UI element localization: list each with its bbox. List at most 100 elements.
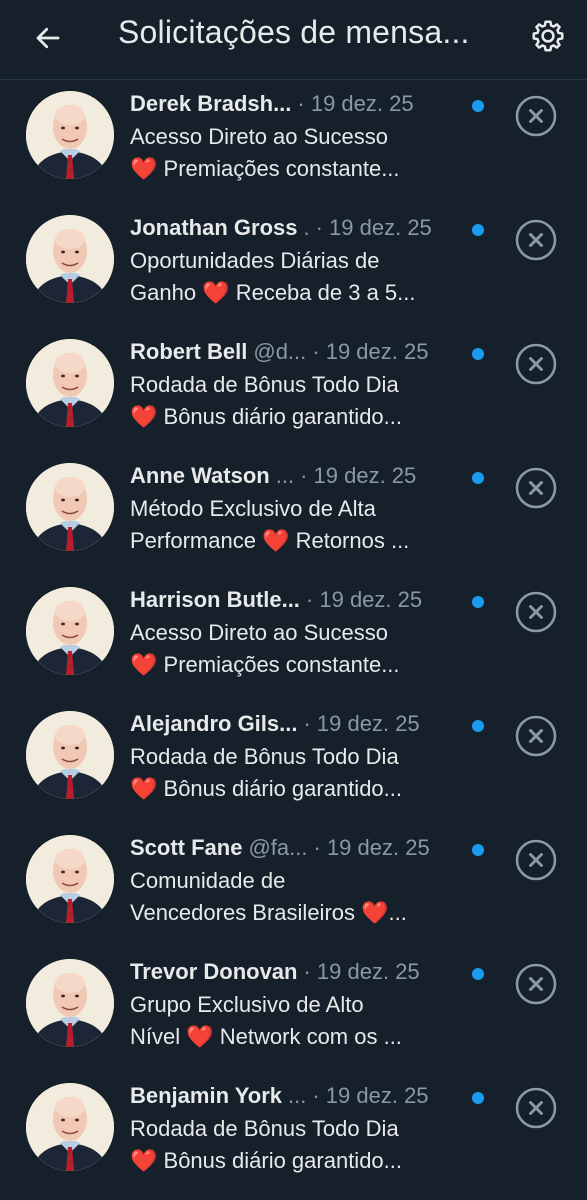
dismiss-request-button[interactable] (514, 590, 558, 634)
message-request-item[interactable]: Trevor Donovan · 19 dez. 25 Grupo Exclus… (0, 948, 587, 1072)
sender-name: Scott Fane (130, 835, 243, 860)
message-request-item[interactable]: Derek Bradsh... · 19 dez. 25 Acesso Dire… (0, 80, 587, 204)
avatar-image (26, 711, 114, 799)
preview-line-1: Método Exclusivo de Alta (130, 496, 376, 521)
avatar-image (26, 1083, 114, 1171)
heart-emoji: ❤️ (130, 404, 158, 429)
top-bar: Solicitações de mensa... (0, 0, 587, 80)
close-circle-icon (515, 467, 557, 509)
sender-handle: ... (288, 1083, 307, 1108)
dismiss-request-button[interactable] (514, 962, 558, 1006)
unread-dot (472, 100, 484, 112)
message-request-item[interactable]: Robert Bell @d... · 19 dez. 25 Rodada de… (0, 328, 587, 452)
message-date: · 19 dez. 25 (315, 215, 432, 240)
avatar[interactable] (26, 835, 114, 923)
unread-dot (472, 968, 484, 980)
message-date: · 19 dez. 25 (300, 463, 417, 488)
preview-line-1: Acesso Direto ao Sucesso (130, 124, 389, 149)
arrow-left-icon (36, 27, 60, 49)
close-circle-icon (515, 219, 557, 261)
dismiss-request-button[interactable] (514, 342, 558, 386)
sender-line: Anne Watson ... · 19 dez. 25 (130, 463, 460, 493)
preview-line-1: Oportunidades Diárias de (130, 248, 380, 273)
avatar[interactable] (26, 463, 114, 551)
preview-line-1: Rodada de Bônus Todo Dia (130, 744, 399, 769)
avatar[interactable] (26, 587, 114, 675)
heart-emoji: ❤️ (186, 1024, 214, 1049)
preview-line-2: Vencedores Brasileiros ❤️... (130, 900, 407, 925)
sender-name: Benjamin York (130, 1083, 283, 1108)
sender-handle: @fa... (248, 835, 308, 860)
preview-line-1: Grupo Exclusivo de Alto (130, 992, 364, 1017)
message-request-item[interactable]: Jonathan Gross . · 19 dez. 25 Oportunida… (0, 204, 587, 328)
message-request-item[interactable]: Scott Fane @fa... · 19 dez. 25 Comunidad… (0, 824, 587, 948)
message-request-item[interactable]: Alejandro Gils... · 19 dez. 25 Rodada de… (0, 700, 587, 824)
message-preview: Acesso Direto ao Sucesso ❤️ Premiações c… (130, 617, 450, 681)
preview-line-2: ❤️ Bônus diário garantido... (130, 1148, 403, 1173)
dismiss-request-button[interactable] (514, 94, 558, 138)
preview-line-2: Ganho ❤️ Receba de 3 a 5... (130, 280, 416, 305)
page-title: Solicitações de mensa... (118, 14, 470, 50)
sender-name: Harrison Butle... (130, 587, 300, 612)
avatar[interactable] (26, 711, 114, 799)
dismiss-request-button[interactable] (514, 1086, 558, 1130)
unread-dot (472, 1092, 484, 1104)
message-date: · 19 dez. 25 (312, 1083, 429, 1108)
avatar[interactable] (26, 215, 114, 303)
avatar[interactable] (26, 1083, 114, 1171)
sender-line: Scott Fane @fa... · 19 dez. 25 (130, 835, 460, 865)
sender-name: Robert Bell (130, 339, 248, 364)
dismiss-request-button[interactable] (514, 218, 558, 262)
settings-button[interactable] (526, 14, 570, 58)
close-circle-icon (515, 591, 557, 633)
preview-line-1: Acesso Direto ao Sucesso (130, 620, 389, 645)
avatar[interactable] (26, 959, 114, 1047)
close-circle-icon (515, 1087, 557, 1129)
sender-line: Alejandro Gils... · 19 dez. 25 (130, 711, 460, 741)
sender-handle: ... (275, 463, 295, 488)
avatar-image (26, 339, 114, 427)
close-circle-icon (515, 343, 557, 385)
dismiss-request-button[interactable] (514, 466, 558, 510)
unread-dot (472, 472, 484, 484)
sender-handle: . (303, 215, 310, 240)
sender-name: Alejandro Gils... (130, 711, 298, 736)
unread-dot (472, 596, 484, 608)
message-preview: Oportunidades Diárias de Ganho ❤️ Receba… (130, 245, 450, 309)
heart-emoji: ❤️ (361, 900, 389, 925)
message-request-item[interactable]: Benjamin York ... · 19 dez. 25 Rodada de… (0, 1072, 587, 1196)
sender-line: Robert Bell @d... · 19 dez. 25 (130, 339, 460, 369)
sender-name: Trevor Donovan (130, 959, 298, 984)
gear-icon (532, 20, 564, 52)
avatar[interactable] (26, 91, 114, 179)
avatar-image (26, 835, 114, 923)
avatar-image (26, 215, 114, 303)
avatar-image (26, 91, 114, 179)
dismiss-request-button[interactable] (514, 714, 558, 758)
message-preview: Comunidade de Vencedores Brasileiros ❤️.… (130, 865, 450, 929)
heart-emoji: ❤️ (130, 1148, 158, 1173)
heart-emoji: ❤️ (262, 528, 290, 553)
dismiss-request-button[interactable] (514, 838, 558, 882)
sender-handle: @d... (253, 339, 307, 364)
sender-line: Trevor Donovan · 19 dez. 25 (130, 959, 460, 989)
message-date: · 19 dez. 25 (303, 711, 420, 736)
message-date: · 19 dez. 25 (305, 587, 423, 612)
unread-dot (472, 844, 484, 856)
preview-line-2: Performance ❤️ Retornos ... (130, 528, 410, 553)
message-date: · 19 dez. 25 (303, 959, 420, 984)
message-request-item[interactable]: Anne Watson ... · 19 dez. 25 Método Excl… (0, 452, 587, 576)
sender-name: Jonathan Gross (130, 215, 298, 240)
message-preview: Rodada de Bônus Todo Dia ❤️ Bônus diário… (130, 1113, 450, 1177)
preview-line-2: Nível ❤️ Network com os ... (130, 1024, 402, 1049)
sender-name: Anne Watson (130, 463, 270, 488)
message-preview: Rodada de Bônus Todo Dia ❤️ Bônus diário… (130, 741, 450, 805)
sender-line: Jonathan Gross . · 19 dez. 25 (130, 215, 460, 245)
unread-dot (472, 720, 484, 732)
sender-line: Harrison Butle... · 19 dez. 25 (130, 587, 460, 617)
avatar-image (26, 587, 114, 675)
back-button[interactable] (28, 18, 68, 58)
avatar[interactable] (26, 339, 114, 427)
message-date: · 19 dez. 25 (313, 835, 430, 860)
message-request-item[interactable]: Harrison Butle... · 19 dez. 25 Acesso Di… (0, 576, 587, 700)
